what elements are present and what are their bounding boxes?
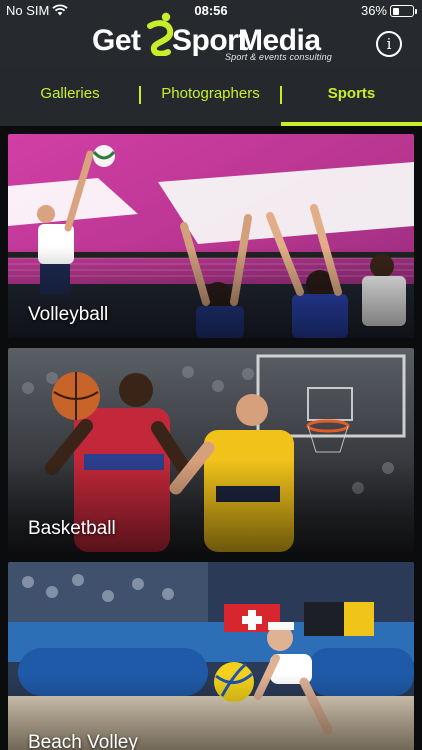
brand-tagline: Sport & events consulting xyxy=(224,52,332,62)
tab-bar: Galleries Photographers Sports xyxy=(0,66,422,126)
battery-percentage: 36% xyxy=(360,3,387,18)
sports-list: Volleyball Basketball Beach Volley xyxy=(8,134,414,750)
tab-galleries[interactable]: Galleries xyxy=(0,66,140,126)
info-button[interactable]: i xyxy=(376,31,402,57)
tab-sports[interactable]: Sports xyxy=(281,66,422,126)
app-header: No SIM 08:56 36% Get Sport Media Sport &… xyxy=(0,0,422,66)
beach-volley-photo xyxy=(8,562,414,750)
battery-fill xyxy=(392,7,400,15)
sport-card-beach-volley[interactable]: Beach Volley xyxy=(8,562,414,750)
sport-card-basketball[interactable]: Basketball xyxy=(8,348,414,552)
brand-word-get: Get xyxy=(92,24,141,57)
sport-name: Basketball xyxy=(28,518,116,539)
tab-photographers[interactable]: Photographers xyxy=(140,66,281,126)
sport-name: Beach Volley xyxy=(28,732,138,750)
brand-logo: Get Sport Media Sport & events consultin… xyxy=(92,10,332,62)
sport-name: Volleyball xyxy=(28,304,109,325)
battery-icon xyxy=(390,5,417,17)
sport-card-volleyball[interactable]: Volleyball xyxy=(8,134,414,338)
